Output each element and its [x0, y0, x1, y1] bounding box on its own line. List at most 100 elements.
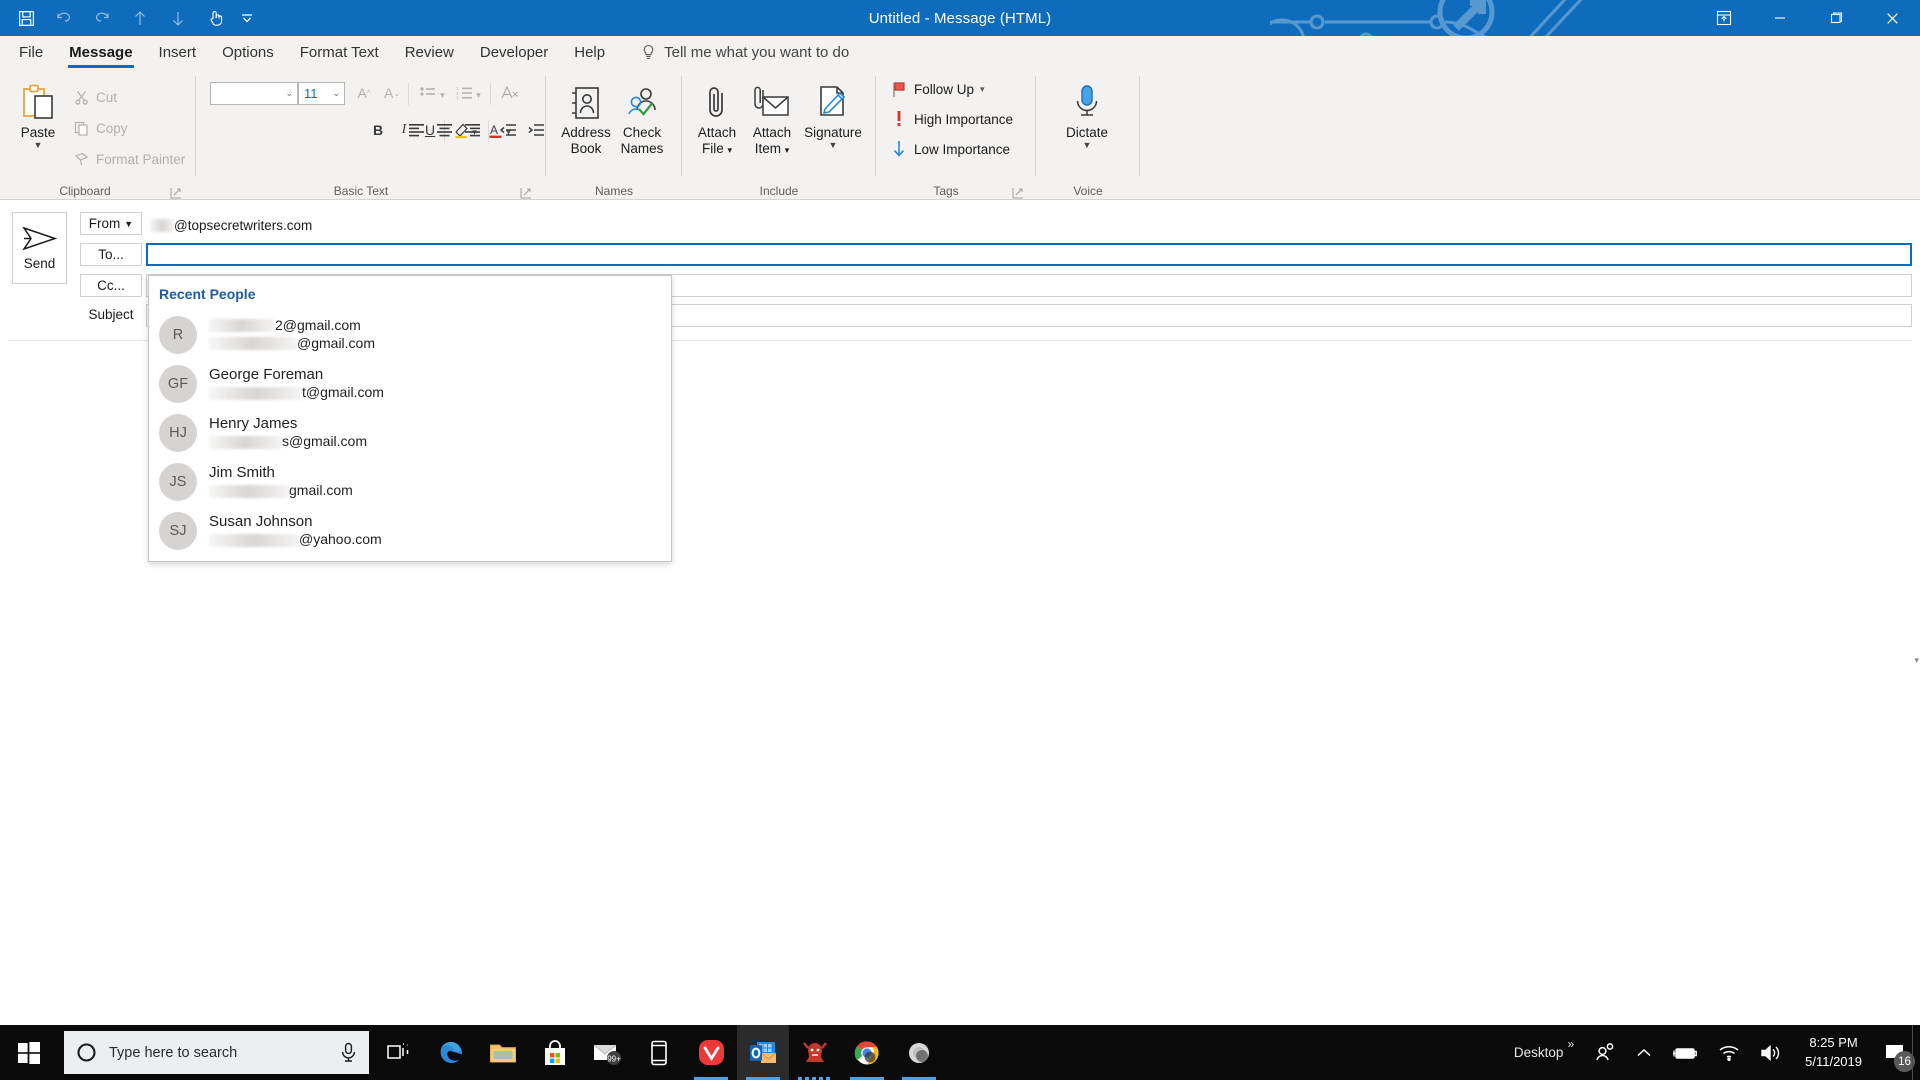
dictate-button[interactable]: Dictate ▼ [1056, 82, 1118, 149]
start-button[interactable] [0, 1025, 58, 1080]
recent-people-dropdown[interactable]: Recent People R 2@gmail.com @gmail.com G… [148, 275, 672, 562]
font-name-combobox[interactable]: ⌄ [210, 82, 298, 105]
dictate-caret-icon[interactable]: ▼ [1083, 140, 1092, 149]
attach-file-button[interactable]: Attach File ▾ [690, 82, 744, 156]
redo-icon[interactable] [84, 3, 120, 33]
to-label: To... [98, 247, 124, 262]
qat-customize-chevron-icon[interactable] [236, 3, 258, 33]
address-book-button[interactable]: Address Book [558, 82, 614, 156]
divider [488, 120, 489, 142]
cut-button[interactable]: Cut [72, 88, 117, 106]
follow-up-button[interactable]: Follow Up ▾ [890, 80, 985, 98]
touch-mouse-mode-icon[interactable] [198, 3, 234, 33]
align-left-button[interactable] [404, 118, 428, 142]
list-item[interactable]: R 2@gmail.com @gmail.com [149, 310, 671, 359]
list-item[interactable]: JS Jim Smith gmail.com [149, 457, 671, 506]
grey-app-icon[interactable] [893, 1025, 945, 1080]
search-input[interactable]: Type here to search [64, 1031, 369, 1074]
tags-dialog-launcher[interactable] [1012, 186, 1024, 199]
tab-options[interactable]: Options [209, 36, 287, 68]
follow-up-caret-icon[interactable]: ▾ [980, 84, 985, 95]
tell-me-box[interactable]: Tell me what you want to do [618, 36, 849, 68]
show-hidden-icons-button[interactable] [1626, 1025, 1662, 1080]
group-label-voice: Voice [1073, 184, 1103, 198]
from-button[interactable]: From ▼ [80, 212, 142, 235]
clipboard-dialog-launcher[interactable] [170, 186, 182, 199]
window-controls[interactable] [1696, 0, 1920, 36]
next-item-icon[interactable] [160, 3, 196, 33]
signature-icon [816, 82, 850, 122]
signature-button[interactable]: Signature ▼ [802, 82, 864, 149]
dictate-label: Dictate [1065, 125, 1109, 140]
vivaldi-icon[interactable] [685, 1025, 737, 1080]
battery-icon[interactable] [1662, 1025, 1708, 1080]
decrease-indent-button[interactable] [496, 118, 520, 142]
clock[interactable]: 8:25 PM 5/11/2019 [1793, 1034, 1874, 1072]
high-importance-button[interactable]: High Importance [890, 110, 1013, 128]
ribbon-display-options-icon[interactable] [1696, 0, 1752, 36]
subject-label: Subject [88, 307, 134, 322]
align-right-button[interactable] [460, 118, 484, 142]
desktop-label-item[interactable]: Desktop » [1504, 1025, 1584, 1080]
quick-access-toolbar[interactable] [8, 0, 258, 36]
microphone-icon[interactable] [340, 1042, 357, 1063]
group-label-clipboard: Clipboard [59, 184, 111, 198]
check-names-button[interactable]: Check Names [614, 82, 670, 156]
tab-file[interactable]: File [6, 36, 56, 68]
minimize-button[interactable] [1752, 0, 1808, 36]
show-desktop-button[interactable] [1912, 1025, 1920, 1080]
mascot-app-icon[interactable] [789, 1025, 841, 1080]
signature-caret-icon[interactable]: ▼ [829, 140, 838, 149]
close-button[interactable] [1864, 0, 1920, 36]
to-input[interactable] [146, 243, 1912, 266]
paste-caret-icon[interactable]: ▼ [34, 140, 43, 149]
tab-help[interactable]: Help [561, 36, 618, 68]
list-item[interactable]: HJ Henry James s@gmail.com [149, 408, 671, 457]
microsoft-store-icon[interactable] [529, 1025, 581, 1080]
restore-button[interactable] [1808, 0, 1864, 36]
list-item[interactable]: SJ Susan Johnson @yahoo.com [149, 506, 671, 555]
volume-icon[interactable] [1750, 1025, 1793, 1080]
save-icon[interactable] [8, 3, 44, 33]
outlook-icon[interactable] [737, 1025, 789, 1080]
copy-button[interactable]: Copy [72, 119, 128, 137]
increase-indent-button[interactable] [524, 118, 548, 142]
grow-font-button[interactable]: A ^ [352, 81, 376, 105]
people-icon[interactable] [1584, 1025, 1626, 1080]
edge-icon[interactable] [425, 1025, 477, 1080]
chevron-down-icon[interactable]: ⌄ [285, 88, 293, 99]
windows-logo-icon [18, 1041, 40, 1064]
paste-button[interactable]: Paste ▼ [12, 82, 64, 149]
tab-format-text[interactable]: Format Text [287, 36, 392, 68]
high-importance-label: High Importance [914, 111, 1014, 127]
align-center-button[interactable] [432, 118, 456, 142]
tab-review[interactable]: Review [392, 36, 467, 68]
to-button[interactable]: To... [80, 243, 142, 266]
ribbon-tabs[interactable]: File Message Insert Options Format Text … [0, 36, 1920, 68]
format-painter-button[interactable]: Format Painter [72, 150, 185, 168]
undo-icon[interactable] [46, 3, 82, 33]
chevron-down-icon[interactable]: ⌄ [332, 88, 340, 99]
tab-message[interactable]: Message [56, 36, 145, 68]
from-label: From [88, 216, 121, 231]
wifi-icon[interactable] [1708, 1025, 1750, 1080]
cc-button[interactable]: Cc... [80, 274, 142, 297]
task-view-icon[interactable] [373, 1025, 425, 1080]
attach-item-button[interactable]: Attach Item ▾ [744, 82, 800, 156]
send-button[interactable]: Send [12, 212, 67, 284]
chevron-double-right-icon[interactable]: » [1567, 1037, 1574, 1051]
mail-icon[interactable]: 99+ [581, 1025, 633, 1080]
list-item[interactable]: GF George Foreman t@gmail.com [149, 359, 671, 408]
previous-item-icon[interactable] [122, 3, 158, 33]
bold-button[interactable]: B [366, 118, 390, 142]
tab-developer[interactable]: Developer [467, 36, 561, 68]
low-importance-button[interactable]: Low Importance [890, 140, 1010, 158]
body-scrollbar[interactable]: ▾ [1911, 340, 1920, 1025]
chrome-icon[interactable] [841, 1025, 893, 1080]
scroll-down-caret-icon[interactable]: ▾ [1914, 655, 1919, 666]
font-size-combobox[interactable]: 11 ⌄ [298, 82, 345, 105]
file-explorer-icon[interactable] [477, 1025, 529, 1080]
tab-insert[interactable]: Insert [146, 36, 210, 68]
check-names-label-line1: Check [622, 125, 662, 140]
your-phone-icon[interactable] [633, 1025, 685, 1080]
